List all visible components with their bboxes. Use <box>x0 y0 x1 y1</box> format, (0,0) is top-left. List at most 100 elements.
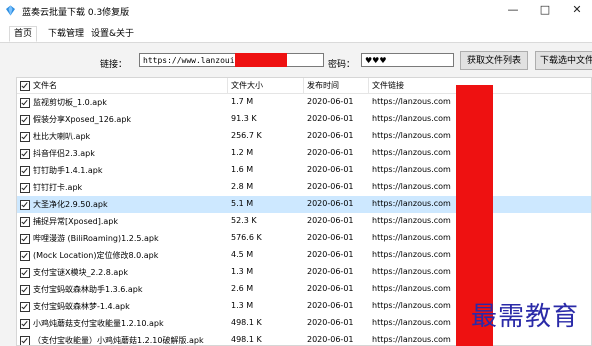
header-date[interactable]: 发布时间 <box>307 80 339 91</box>
tab-download-manager[interactable]: 下载管理 <box>44 27 88 41</box>
table-row[interactable]: 假装分享Xposed_126.apk 91.3 K 2020-06-01 https:… <box>17 111 591 128</box>
download-selected-button[interactable]: 下载选中文件 <box>535 51 592 70</box>
file-name-cell: 大圣净化2.9.50.apk <box>33 200 108 209</box>
file-link-cell: https://lanzous.com <box>372 267 451 276</box>
file-size-cell: 1.3 M <box>231 301 254 310</box>
column-divider[interactable] <box>303 78 304 93</box>
file-link-cell: https://lanzous.com <box>372 97 451 106</box>
file-name-cell: 支付宝蚂蚁森林助手1.3.6.apk <box>33 285 143 294</box>
row-checkbox[interactable] <box>20 132 30 142</box>
header-link[interactable]: 文件链接 <box>372 80 404 91</box>
redaction-mark <box>235 53 287 67</box>
table-row[interactable]: 捕捉异常[Xposed].apk 52.3 K 2020-06-01 https://… <box>17 213 591 230</box>
table-row[interactable]: 杜比大喇叭.apk 256.7 K 2020-06-01 https://lanzou… <box>17 128 591 145</box>
row-checkbox[interactable] <box>20 302 30 312</box>
table-header: 文件名 文件大小 发布时间 文件链接 <box>17 78 591 94</box>
row-checkbox[interactable] <box>20 217 30 227</box>
file-link-cell: https://lanzous.com <box>372 199 451 208</box>
watermark-text: 最需教育 <box>471 302 580 332</box>
publish-date-cell: 2020-06-01 <box>307 165 354 174</box>
link-input[interactable]: https://www.lanzoui.com <box>139 53 324 67</box>
file-link-cell: https://lanzous.com <box>372 284 451 293</box>
file-link-cell: https://lanzous.com <box>372 250 451 259</box>
file-link-cell: https://lanzous.com <box>372 148 451 157</box>
publish-date-cell: 2020-06-01 <box>307 284 354 293</box>
file-size-cell: 256.7 K <box>231 131 262 140</box>
file-name-cell: 哔哩漫游 (BiliRoaming)1.2.5.apk <box>33 234 159 243</box>
table-row[interactable]: （支付宝收能量）小鸡炖蘑菇1.2.10破解版.apk 498.1 K 2020-06… <box>17 332 591 345</box>
header-size[interactable]: 文件大小 <box>231 80 263 91</box>
row-checkbox[interactable] <box>20 285 30 295</box>
file-size-cell: 5.1 M <box>231 199 254 208</box>
publish-date-cell: 2020-06-01 <box>307 250 354 259</box>
row-checkbox[interactable] <box>20 319 30 329</box>
table-row[interactable]: 钉钉助手1.4.1.apk 1.6 M 2020-06-01 https://lanz… <box>17 162 591 179</box>
row-checkbox[interactable] <box>20 115 30 125</box>
tab-bar: 首页 下载管理 设置&关于 <box>0 26 592 43</box>
table-row[interactable]: (Mock Location)定位修改8.0.apk 4.5 M 2020-06-0… <box>17 247 591 264</box>
publish-date-cell: 2020-06-01 <box>307 182 354 191</box>
row-checkbox[interactable] <box>20 268 30 278</box>
row-checkbox[interactable] <box>20 98 30 108</box>
app-logo-icon <box>6 5 15 16</box>
maximize-button[interactable]: □ <box>530 0 560 22</box>
get-file-list-button[interactable]: 获取文件列表 <box>460 51 528 70</box>
row-checkbox[interactable] <box>20 149 30 159</box>
table-row[interactable]: 监视剪切板_1.0.apk 1.7 M 2020-06-01 https://lanz… <box>17 94 591 111</box>
file-name-cell: 监视剪切板_1.0.apk <box>33 98 107 107</box>
redaction-mark <box>474 88 492 96</box>
file-name-cell: 假装分享Xposed_126.apk <box>33 115 132 124</box>
password-input[interactable]: ♥♥♥ <box>361 53 454 67</box>
file-link-cell: https://lanzous.com <box>372 233 451 242</box>
file-size-cell: 1.2 M <box>231 148 254 157</box>
publish-date-cell: 2020-06-01 <box>307 267 354 276</box>
password-label: 密码： <box>328 60 356 70</box>
window-title: 蓝奏云批量下载 0.3修复版 <box>22 8 130 18</box>
publish-date-cell: 2020-06-01 <box>307 114 354 123</box>
file-name-cell: 捕捉异常[Xposed].apk <box>33 217 119 226</box>
row-checkbox[interactable] <box>20 200 30 210</box>
table-row[interactable]: 钉钉打卡.apk 2.8 M 2020-06-01 https://lanzous.c… <box>17 179 591 196</box>
file-size-cell: 91.3 K <box>231 114 257 123</box>
file-name-cell: 杜比大喇叭.apk <box>33 132 91 141</box>
file-name-cell: 抖音伴侣2.3.apk <box>33 149 95 158</box>
file-link-cell: https://lanzous.com <box>372 182 451 191</box>
file-name-cell: 钉钉助手1.4.1.apk <box>33 166 103 175</box>
table-row[interactable]: 支付宝谜X模块_2.2.8.apk 1.3 M 2020-06-01 https://… <box>17 264 591 281</box>
publish-date-cell: 2020-06-01 <box>307 131 354 140</box>
row-checkbox[interactable] <box>20 183 30 193</box>
row-checkbox[interactable] <box>20 166 30 176</box>
header-name[interactable]: 文件名 <box>33 80 57 91</box>
minimize-button[interactable]: — <box>498 0 528 22</box>
publish-date-cell: 2020-06-01 <box>307 148 354 157</box>
row-checkbox[interactable] <box>20 234 30 244</box>
select-all-checkbox[interactable] <box>20 81 30 91</box>
tab-settings-about[interactable]: 设置&关于 <box>87 27 138 41</box>
file-size-cell: 1.3 M <box>231 267 254 276</box>
row-checkbox[interactable] <box>20 336 30 345</box>
file-link-cell: https://lanzous.com <box>372 216 451 225</box>
file-name-cell: （支付宝收能量）小鸡炖蘑菇1.2.10破解版.apk <box>33 336 204 345</box>
close-button[interactable]: ✕ <box>562 0 592 22</box>
table-row[interactable]: 大圣净化2.9.50.apk 5.1 M 2020-06-01 https://lan… <box>17 196 591 213</box>
file-name-cell: (Mock Location)定位修改8.0.apk <box>33 251 159 260</box>
link-label: 链接： <box>100 60 128 70</box>
file-size-cell: 498.1 K <box>231 318 262 327</box>
file-name-cell: 支付宝谜X模块_2.2.8.apk <box>33 268 128 277</box>
row-checkbox[interactable] <box>20 251 30 261</box>
file-size-cell: 4.5 M <box>231 250 254 259</box>
file-size-cell: 2.6 M <box>231 284 254 293</box>
publish-date-cell: 2020-06-01 <box>307 199 354 208</box>
publish-date-cell: 2020-06-01 <box>307 301 354 310</box>
column-divider[interactable] <box>368 78 369 93</box>
title-bar: 蓝奏云批量下载 0.3修复版 — □ ✕ <box>0 0 592 22</box>
file-link-cell: https://lanzous.com <box>372 114 451 123</box>
column-divider[interactable] <box>227 78 228 93</box>
table-row[interactable]: 抖音伴侣2.3.apk 1.2 M 2020-06-01 https://lanzou… <box>17 145 591 162</box>
file-size-cell: 1.7 M <box>231 97 254 106</box>
table-row[interactable]: 哔哩漫游 (BiliRoaming)1.2.5.apk 576.6 K 2020-0… <box>17 230 591 247</box>
tab-home[interactable]: 首页 <box>9 26 38 42</box>
file-size-cell: 576.6 K <box>231 233 262 242</box>
file-name-cell: 钉钉打卡.apk <box>33 183 83 192</box>
file-size-cell: 2.8 M <box>231 182 254 191</box>
